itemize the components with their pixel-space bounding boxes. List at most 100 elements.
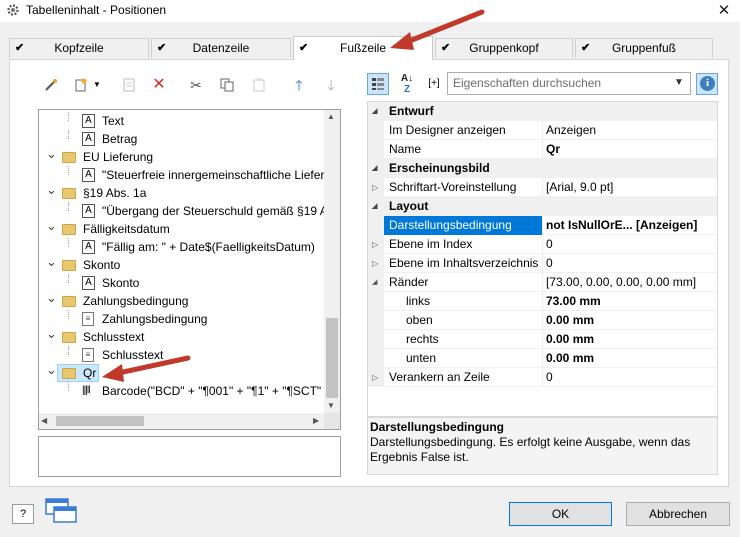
property-name: Ebene im Index	[389, 237, 473, 251]
chevron-down-icon[interactable]: ▼	[90, 74, 104, 96]
property-category[interactable]: ◢ Erscheinungsbild	[368, 159, 717, 178]
delete-icon[interactable]: ✕	[148, 74, 170, 96]
expand-icon[interactable]: ▷	[372, 368, 378, 387]
tree-folder-row[interactable]: ⌄ EU Lieferung	[40, 145, 330, 166]
tree-label: "Steuerfreie innergemeinschaftliche Lief…	[102, 168, 325, 182]
windows-icon[interactable]	[44, 497, 78, 525]
tree-item-row[interactable]: |||‖ Barcode("BCD" + "¶001" + "¶1" + "¶SC…	[40, 382, 332, 400]
expand-toggle-icon[interactable]: ⌄	[46, 217, 57, 235]
row-gutter	[368, 330, 384, 349]
ok-button[interactable]: OK	[509, 502, 612, 526]
properties-icon[interactable]	[118, 74, 140, 96]
property-row[interactable]: rechts 0.00 mm	[368, 330, 717, 349]
move-up-icon[interactable]: 🡑	[288, 74, 310, 96]
row-gutter	[368, 292, 384, 311]
scrollbar-thumb[interactable]	[56, 416, 144, 426]
tab-kopfzeile[interactable]: ✔ Kopfzeile	[9, 38, 149, 58]
expand-all-button[interactable]: [+]	[423, 73, 445, 95]
tree-folder-row[interactable]: ⌄ Fälligkeitsdatum	[40, 217, 330, 238]
property-row[interactable]: oben 0.00 mm	[368, 311, 717, 330]
scroll-down-icon[interactable]: ▼	[327, 401, 335, 410]
move-down-icon[interactable]: 🡓	[320, 74, 342, 96]
property-value[interactable]: [Arial, 9.0 pt]	[546, 178, 613, 197]
property-row[interactable]: ▷ Verankern an Zeile 0	[368, 368, 717, 387]
tab-datenzeile[interactable]: ✔ Datenzeile	[151, 38, 291, 58]
text-field-icon: A	[82, 240, 95, 254]
tree-folder-row[interactable]: ⌄ Schlusstext	[40, 325, 330, 346]
collapse-icon[interactable]: ◢	[372, 102, 377, 121]
expand-icon[interactable]: ▷	[372, 178, 378, 197]
tree-item-row[interactable]: A Skonto	[40, 274, 330, 292]
description-title: Darstellungsbedingung	[370, 420, 505, 434]
preview-box	[38, 436, 341, 477]
collapse-icon[interactable]: ◢	[372, 273, 377, 292]
property-row[interactable]: ▷ Ebene im Index 0	[368, 235, 717, 254]
expand-toggle-icon[interactable]: ⌄	[46, 361, 57, 379]
tree-item-row[interactable]: A Betrag	[40, 130, 330, 148]
property-row[interactable]: ◢ Ränder [73.00, 0.00, 0.00, 0.00 mm]	[368, 273, 717, 292]
scroll-right-icon[interactable]: ▶	[313, 416, 319, 425]
help-button[interactable]: ?	[12, 504, 34, 524]
sort-alphabetical-button[interactable]: A↓ Z	[396, 73, 418, 95]
property-value[interactable]: 0	[546, 368, 553, 387]
tree-item-row[interactable]: ≡ Zahlungsbedingung	[40, 310, 330, 328]
property-row[interactable]: links 73.00 mm	[368, 292, 717, 311]
property-category[interactable]: ◢ Entwurf	[368, 102, 717, 121]
property-value[interactable]: [73.00, 0.00, 0.00, 0.00 mm]	[546, 273, 696, 292]
tab-gruppenfuss[interactable]: ✔ Gruppenfuß	[575, 38, 713, 58]
tree-folder-row[interactable]: ⌄ Skonto	[40, 253, 330, 274]
window-title: Tabelleninhalt - Positionen	[26, 3, 167, 17]
tree-item-row[interactable]: A Text	[40, 112, 330, 130]
property-value[interactable]: 0	[546, 254, 553, 273]
scroll-left-icon[interactable]: ◀	[41, 416, 47, 425]
scroll-up-icon[interactable]: ▲	[327, 112, 335, 121]
expand-icon[interactable]: ▷	[372, 254, 378, 273]
tree-item-row[interactable]: A "Fällig am: " + Date$(FaelligkeitsDatum…	[40, 238, 330, 256]
tree-label: Skonto	[83, 258, 121, 272]
tree-item-row[interactable]: A "Steuerfreie innergemeinschaftliche Lie…	[40, 166, 330, 184]
cancel-button[interactable]: Abbrechen	[626, 502, 730, 526]
property-row[interactable]: ▷ Schriftart-Voreinstellung [Arial, 9.0 pt…	[368, 178, 717, 197]
expand-toggle-icon[interactable]: ⌄	[46, 145, 57, 163]
property-row[interactable]: unten 0.00 mm	[368, 349, 717, 368]
property-category[interactable]: ◢ Layout	[368, 197, 717, 216]
property-row[interactable]: Im Designer anzeigen Anzeigen	[368, 121, 717, 140]
chevron-down-icon[interactable]: ▼	[674, 77, 684, 88]
expand-toggle-icon[interactable]: ⌄	[46, 253, 57, 271]
close-icon[interactable]: ✕	[712, 1, 736, 21]
collapse-icon[interactable]: ◢	[372, 159, 377, 178]
wand-icon[interactable]	[40, 74, 62, 96]
row-gutter	[368, 121, 384, 140]
expand-toggle-icon[interactable]: ⌄	[46, 181, 57, 199]
expand-toggle-icon[interactable]: ⌄	[46, 289, 57, 307]
expand-toggle-icon[interactable]: ⌄	[46, 325, 57, 343]
tree-folder-row[interactable]: ⌄ Zahlungsbedingung	[40, 289, 330, 310]
property-value[interactable]: 0	[546, 235, 553, 254]
cut-icon[interactable]: ✂	[185, 74, 207, 96]
tree-label: Qr	[83, 366, 97, 380]
property-value[interactable]: 0.00 mm	[546, 311, 594, 330]
property-value[interactable]: 0.00 mm	[546, 349, 594, 368]
property-name: Erscheinungsbild	[389, 161, 490, 175]
property-name: Schriftart-Voreinstellung	[389, 180, 517, 194]
property-name: Darstellungsbedingung	[389, 218, 512, 232]
new-object-icon[interactable]	[70, 74, 92, 96]
tree-item-row[interactable]: A "Übergang der Steuerschuld gemäß §19 Ab	[40, 202, 334, 220]
copy-icon[interactable]	[216, 74, 238, 96]
property-row[interactable]: ▷ Ebene im Inhaltsverzeichnis 0	[368, 254, 717, 273]
expand-icon[interactable]: ▷	[372, 235, 378, 254]
scrollbar-thumb[interactable]	[326, 318, 338, 398]
property-value[interactable]: 0.00 mm	[546, 330, 594, 349]
tree-connector	[68, 382, 69, 391]
property-value[interactable]: Qr	[546, 140, 560, 159]
collapse-icon[interactable]: ◢	[372, 197, 377, 216]
tree-folder-row[interactable]: ⌄ §19 Abs. 1a	[40, 181, 330, 202]
categorized-view-button[interactable]	[367, 73, 389, 95]
property-row[interactable]: Name Qr	[368, 140, 717, 159]
property-value[interactable]: Anzeigen	[546, 121, 596, 140]
annotation-arrow-icon	[102, 355, 191, 382]
property-value[interactable]: 73.00 mm	[546, 292, 601, 311]
property-row[interactable]: Darstellungsbedingung not IsNullOrE... [A…	[368, 216, 717, 235]
property-value[interactable]: not IsNullOrE... [Anzeigen]	[546, 216, 697, 235]
paste-icon[interactable]	[248, 74, 270, 96]
